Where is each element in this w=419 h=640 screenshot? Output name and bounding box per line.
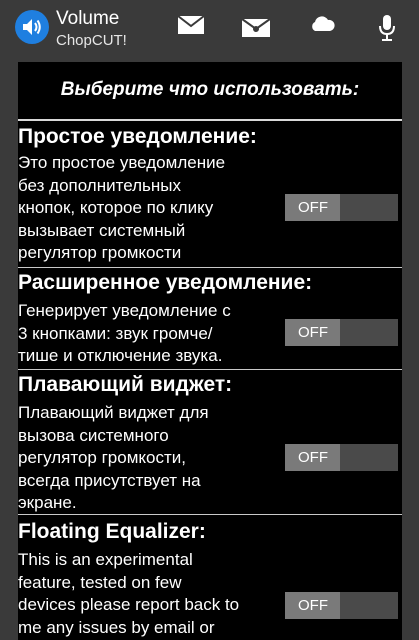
toggle-knob: OFF	[285, 592, 340, 619]
section-description-extended-notification: Генерирует уведомление с 3 кнопками: зву…	[18, 301, 231, 365]
microphone-icon[interactable]	[371, 14, 403, 42]
divider	[18, 119, 402, 121]
toggle-label: OFF	[298, 597, 328, 614]
section-description-floating-equalizer: This is an experimental feature, tested …	[18, 550, 240, 637]
app-title: Volume	[56, 8, 120, 29]
section-title-extended-notification: Расширенное уведомление:	[18, 271, 313, 294]
cloud-icon[interactable]	[306, 14, 338, 42]
toggle-floating-widget[interactable]: OFF	[285, 444, 398, 471]
toggle-label: OFF	[298, 449, 328, 466]
toggle-simple-notification[interactable]: OFF	[285, 194, 398, 221]
section-title-floating-equalizer: Floating Equalizer:	[18, 520, 206, 543]
toggle-knob: OFF	[285, 444, 340, 471]
toggle-knob: OFF	[285, 319, 340, 346]
toggle-extended-notification[interactable]: OFF	[285, 319, 398, 346]
section-description-simple-notification: Это простое уведомление без дополнительн…	[18, 153, 226, 262]
section-title-simple-notification: Простое уведомление:	[18, 125, 257, 148]
divider	[18, 267, 402, 268]
section-description-floating-widget: Плавающий виджет для вызова системного р…	[18, 403, 209, 512]
divider	[18, 369, 402, 370]
toggle-label: OFF	[298, 324, 328, 341]
speaker-icon[interactable]	[15, 10, 49, 44]
mail-icon[interactable]	[175, 14, 207, 42]
choose-title: Выберите что использовать:	[60, 79, 360, 100]
app-bar: Volume ChopCUT!	[0, 0, 419, 58]
open-mail-icon[interactable]	[240, 14, 272, 42]
app-subtitle: ChopCUT!	[56, 32, 127, 49]
toggle-floating-equalizer[interactable]: OFF	[285, 592, 398, 619]
settings-panel: Выберите что использовать: Простое уведо…	[18, 62, 402, 640]
section-title-floating-widget: Плавающий виджет:	[18, 373, 233, 396]
toggle-label: OFF	[298, 199, 328, 216]
divider	[18, 514, 402, 515]
toggle-knob: OFF	[285, 194, 340, 221]
